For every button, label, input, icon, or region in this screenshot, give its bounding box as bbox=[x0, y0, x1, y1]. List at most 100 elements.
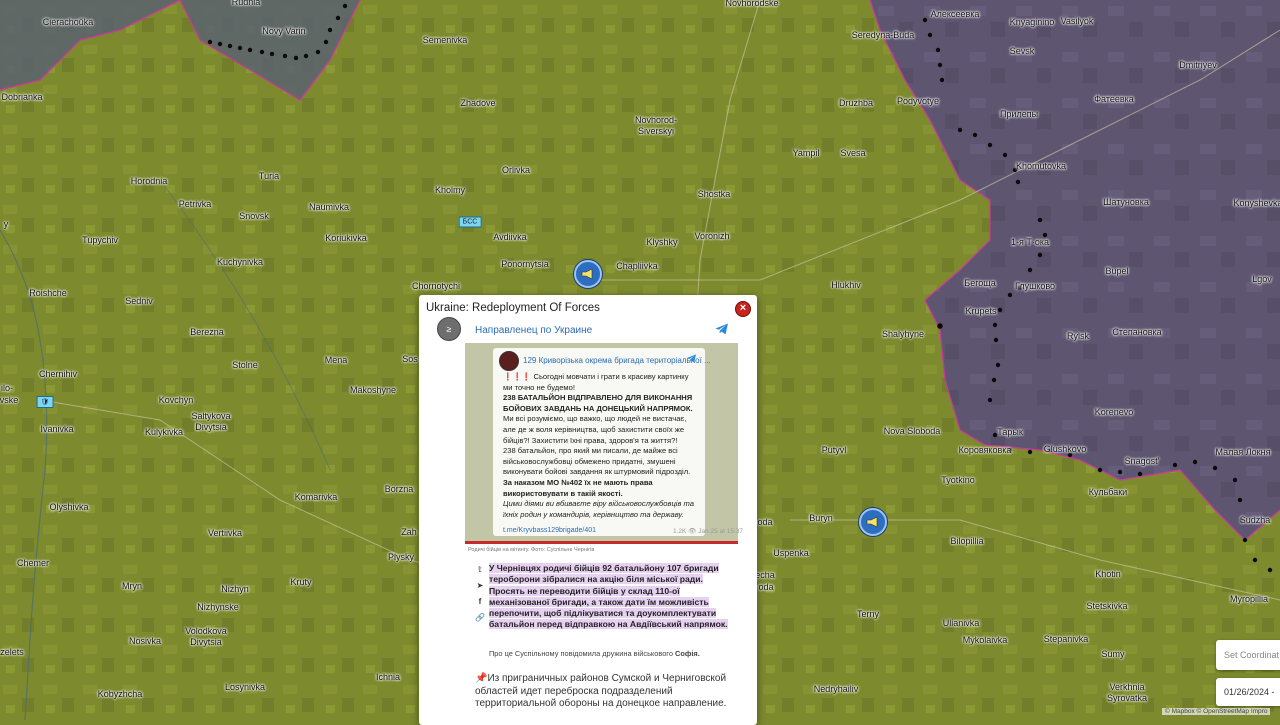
town-label: Vertiivka bbox=[207, 528, 243, 538]
town-label: Cierachoŭka bbox=[42, 17, 94, 27]
town-label: Konyshevka bbox=[1233, 198, 1280, 208]
town-label: Glushkovo bbox=[1043, 444, 1087, 454]
town-label: Horodnia bbox=[130, 176, 168, 186]
town-label: Kobyzhcha bbox=[97, 689, 143, 699]
town-label: 1-я Т·ока bbox=[1010, 237, 1050, 247]
town-label: oda bbox=[757, 517, 773, 527]
town-label: Verkhnia bbox=[1109, 682, 1145, 692]
town-label: Sos bbox=[402, 354, 418, 364]
town-label: Myropillia bbox=[1229, 594, 1269, 604]
town-label: Snagost' bbox=[1124, 456, 1160, 466]
town-label: Kuchynivka bbox=[216, 257, 264, 267]
town-label: Rylsk bbox=[1067, 331, 1089, 341]
town-label: Snovsk bbox=[239, 211, 269, 221]
town-label: Rudnia bbox=[231, 0, 261, 7]
twitter-icon[interactable]: 𝕥 bbox=[475, 565, 485, 575]
info-popup: Ukraine: Redeployment Of Forces × ≥ Напр… bbox=[419, 295, 757, 725]
telegram-post-line: БОЙОВИХ ЗАВДАНЬ НА ДОНЕЦЬКИЙ НАПРЯМОК. bbox=[503, 403, 693, 413]
source-line-name: Софія. bbox=[675, 649, 700, 658]
town-label: Olyshivka bbox=[49, 502, 89, 512]
town-label: Khotin bbox=[1095, 569, 1121, 579]
town-label: Novhorod- bbox=[634, 115, 678, 125]
town-label: Putyvl bbox=[821, 445, 847, 455]
town-label: Knyaginino bbox=[1009, 17, 1055, 27]
close-icon[interactable]: × bbox=[735, 301, 751, 317]
town-label: odа bbox=[758, 582, 774, 592]
town-label: Sudzha bbox=[1239, 515, 1271, 525]
town-label: Krutу bbox=[290, 577, 312, 587]
town-label: Stolne bbox=[232, 360, 258, 370]
town-label: Mena bbox=[324, 355, 348, 365]
telegram-icon[interactable] bbox=[715, 323, 729, 335]
town-label: Vasilyok bbox=[1060, 16, 1094, 26]
town-label: Малая Локня bbox=[1215, 447, 1271, 457]
telegram-post-link: t.me/Kryvbass129brigade/401 bbox=[503, 527, 596, 534]
megaphone-pin-icon[interactable] bbox=[859, 508, 887, 536]
date-picker[interactable]: 01/26/2024 - bbox=[1216, 678, 1280, 706]
town-label: Losynivka bbox=[224, 682, 266, 692]
town-label: Коровяковка bbox=[958, 445, 1012, 455]
town-label: Buryn bbox=[809, 513, 833, 523]
telegram-icon[interactable]: ➤ bbox=[475, 581, 485, 591]
town-label: vske bbox=[0, 395, 19, 405]
facebook-icon[interactable]: f bbox=[475, 597, 485, 607]
town-label: Voronizh bbox=[694, 231, 730, 241]
town-label: y bbox=[3, 219, 9, 229]
channel-avatar: ≥ bbox=[437, 317, 461, 341]
town-label: Svesa bbox=[840, 148, 866, 158]
town-label: Фатеевка bbox=[1094, 94, 1134, 104]
town-label: Uspenka bbox=[773, 548, 809, 558]
town-label: Шатуновка bbox=[1103, 197, 1149, 207]
link-icon[interactable]: 🔗 bbox=[475, 613, 485, 623]
town-label: Hlukhiv bbox=[831, 280, 861, 290]
town-label: Divytsia bbox=[195, 422, 227, 432]
town-label: Алексеевка bbox=[930, 9, 980, 19]
town-label: Roishche bbox=[29, 288, 67, 298]
telegram-post-line: 238 БАТАЛЬЙОН ВІДПРАВЛЕНО ДЛЯ ВИКОНАННЯ bbox=[503, 393, 693, 403]
telegram-post-stats: 1.2K 👁 Jan 25 at 15:37 bbox=[673, 528, 744, 535]
telegram-post-line: 238 батальйон, про який ми писали, де ма… bbox=[503, 446, 678, 456]
town-label: Bupel bbox=[1105, 266, 1129, 276]
town-label: Прилепы bbox=[999, 109, 1039, 119]
telegram-post-card: 129 Криворізька окрема бригада територіа… bbox=[493, 348, 743, 536]
town-label: Nizhynske bbox=[197, 602, 239, 612]
telegram-icon bbox=[686, 354, 696, 363]
megaphone-pin-icon[interactable] bbox=[574, 260, 602, 288]
town-label: Chemer bbox=[16, 558, 50, 568]
article-body-highlight: У Чернівцях родичі бійців 92 батальйону … bbox=[489, 563, 728, 630]
town-label: Stepanivka bbox=[1043, 634, 1089, 644]
town-label: Nedryhailiv bbox=[813, 684, 859, 694]
channel-name-link[interactable]: Направленец по Украине bbox=[475, 325, 592, 336]
town-label: Nosivka bbox=[128, 636, 162, 646]
town-label: Saltykova bbox=[191, 411, 231, 421]
town-label: Divytsia bbox=[190, 637, 222, 647]
town-label: Novhorodske bbox=[725, 0, 779, 8]
town-label: Kholmy bbox=[434, 185, 466, 195]
town-label: Ichnia bbox=[375, 672, 401, 682]
source-line: Про це Суспільному повідомила дружина ві… bbox=[489, 649, 700, 658]
town-label: Naumivka bbox=[308, 202, 350, 212]
coordinates-input[interactable]: Set Coordinat bbox=[1216, 640, 1280, 670]
town-label: Nizhyn bbox=[221, 584, 249, 594]
telegram-post-line: За наказом МО №402 їх не мають права bbox=[503, 478, 653, 487]
road-sign-shield: 🛡 bbox=[36, 396, 54, 408]
telegram-post-line: ми точно не будемо! bbox=[503, 382, 575, 392]
date-value: 01/26/2024 - bbox=[1224, 687, 1275, 697]
town-label: Nova Sloboda bbox=[883, 426, 941, 436]
telegram-post-line: Цими діями ви вбиваєте віру військовослу… bbox=[503, 499, 695, 509]
town-label: Shalyhyne bbox=[881, 329, 925, 339]
telegram-post-line: бійців?! Захистити їхні права, здоров'я … bbox=[503, 435, 678, 445]
map-attribution[interactable]: © Mapbox © OpenStreetMap Impro bbox=[1162, 708, 1271, 715]
telegram-post-line: виконувати бойові завдання як штурмовий … bbox=[503, 467, 691, 477]
town-label: Volodkova bbox=[185, 626, 227, 636]
town-label: Khomutovka bbox=[1015, 161, 1067, 171]
town-label: Makoshyne bbox=[349, 385, 397, 395]
town-label: Ponornytsia bbox=[501, 259, 549, 269]
town-label: Chapliivka bbox=[616, 261, 658, 271]
town-label: Тарык bbox=[997, 427, 1023, 437]
telegram-post-line: військовослужбовці обмежено придатні, зм… bbox=[503, 456, 676, 466]
town-label: Dmitriyev bbox=[1179, 60, 1217, 70]
town-label: Koriukivka bbox=[325, 233, 367, 243]
town-label: Berezna bbox=[190, 327, 224, 337]
town-label: Korenevo bbox=[1094, 407, 1134, 417]
